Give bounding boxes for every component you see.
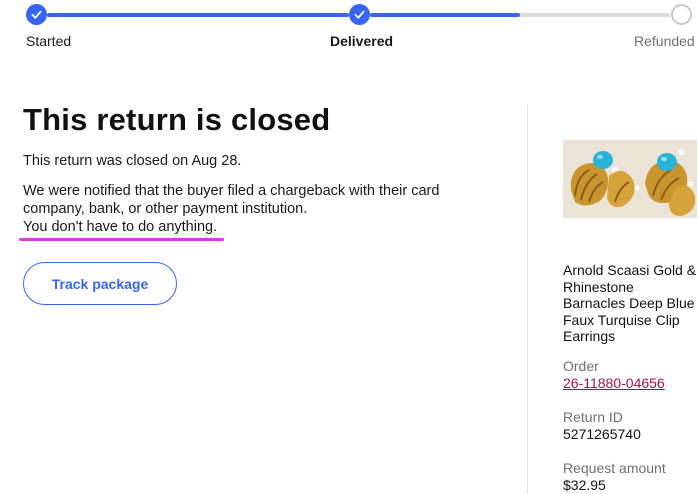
request-amount-value: $32.95 bbox=[563, 476, 606, 493]
step-label-refunded: Refunded bbox=[634, 33, 695, 49]
progress-line-delivered-refunded-fill bbox=[370, 13, 520, 17]
chargeback-notice: We were notified that the buyer filed a … bbox=[18, 182, 493, 241]
chargeback-notice-text: We were notified that the buyer filed a … bbox=[23, 183, 440, 217]
step-label-started: Started bbox=[26, 33, 72, 49]
return-id-value: 5271265740 bbox=[563, 425, 641, 442]
request-amount-label: Request amount bbox=[563, 459, 666, 476]
return-progress-tracker: Started Delivered Refunded bbox=[0, 0, 698, 60]
order-info: Order 26-11880-04656 bbox=[563, 358, 698, 392]
column-divider bbox=[527, 105, 528, 494]
no-action-needed-text: You don't have to do anything. bbox=[18, 219, 225, 241]
earrings-photo-icon bbox=[563, 140, 697, 218]
item-summary: Arnold Scaasi Gold & Rhinestone Barnacle… bbox=[563, 140, 698, 494]
order-label: Order bbox=[563, 357, 599, 374]
track-package-button[interactable]: Track package bbox=[23, 262, 177, 305]
progress-line-started-delivered bbox=[47, 13, 349, 17]
step-delivered-check-icon bbox=[349, 4, 370, 25]
request-amount-info: Request amount $32.95 bbox=[563, 460, 698, 494]
return-id-label: Return ID bbox=[563, 408, 623, 425]
step-refunded-pending-icon bbox=[671, 4, 692, 25]
closed-date-text: This return was closed on Aug 28. bbox=[23, 153, 242, 169]
item-title[interactable]: Arnold Scaasi Gold & Rhinestone Barnacle… bbox=[563, 262, 698, 345]
order-number-link[interactable]: 26-11880-04656 bbox=[563, 375, 698, 392]
item-thumbnail-image[interactable] bbox=[563, 140, 697, 218]
step-label-delivered: Delivered bbox=[330, 33, 394, 49]
return-id-info: Return ID 5271265740 bbox=[563, 409, 698, 443]
return-status-panel: This return is closed This return was cl… bbox=[18, 100, 503, 305]
page-title: This return is closed bbox=[23, 102, 331, 137]
step-started-check-icon bbox=[26, 4, 47, 25]
